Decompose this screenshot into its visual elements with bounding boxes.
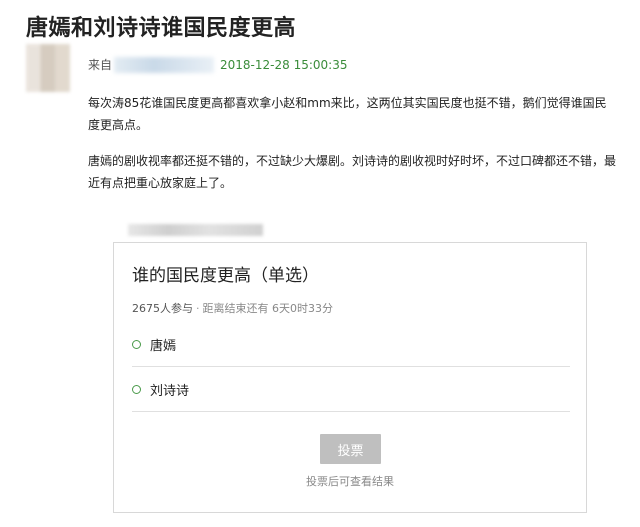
publish-date: 2018-12-28 15:00:35	[220, 57, 348, 72]
poll-meta-separator: ·	[196, 302, 200, 315]
poll-option-label: 唐嫣	[150, 339, 177, 354]
poll-participants: 2675人参与	[132, 302, 193, 315]
radio-circle-icon[interactable]	[132, 385, 141, 394]
article-body: 每次涛85花谁国民度更高都喜欢拿小赵和mm来比，这两位其实国民度也挺不错，鹅们觉…	[88, 92, 618, 208]
article-title: 唐嫣和刘诗诗谁国民度更高	[26, 16, 297, 41]
radio-circle-icon[interactable]	[132, 340, 141, 349]
poll-option-label: 刘诗诗	[150, 384, 190, 399]
vote-button[interactable]: 投票	[320, 434, 381, 464]
blurred-caption	[128, 224, 263, 236]
source-label: 来自	[88, 58, 113, 72]
vote-hint: 投票后可查看结果	[306, 475, 394, 488]
author-avatar[interactable]	[26, 44, 70, 92]
poll-meta: 2675人参与 · 距离结束还有 6天0时33分	[132, 300, 333, 316]
article-paragraph: 唐嫣的剧收视率都还挺不错的，不过缺少大爆剧。刘诗诗的剧收视时好时坏，不过口碑都还…	[88, 154, 617, 190]
source-name-blurred[interactable]	[114, 56, 215, 73]
poll-option-tangyan[interactable]: 唐嫣	[132, 323, 570, 367]
article-paragraph: 每次涛85花谁国民度更高都喜欢拿小赵和mm来比，这两位其实国民度也挺不错，鹅们觉…	[88, 96, 607, 132]
poll-deadline: 距离结束还有 6天0时33分	[202, 302, 334, 315]
article-meta: 来自 2018-12-28 15:00:35	[88, 56, 347, 73]
poll-card: 谁的国民度更高（单选） 2675人参与 · 距离结束还有 6天0时33分 唐嫣 刘诗…	[113, 242, 587, 513]
poll-option-liushishi[interactable]: 刘诗诗	[132, 368, 570, 412]
poll-title: 谁的国民度更高（单选）	[132, 266, 319, 286]
